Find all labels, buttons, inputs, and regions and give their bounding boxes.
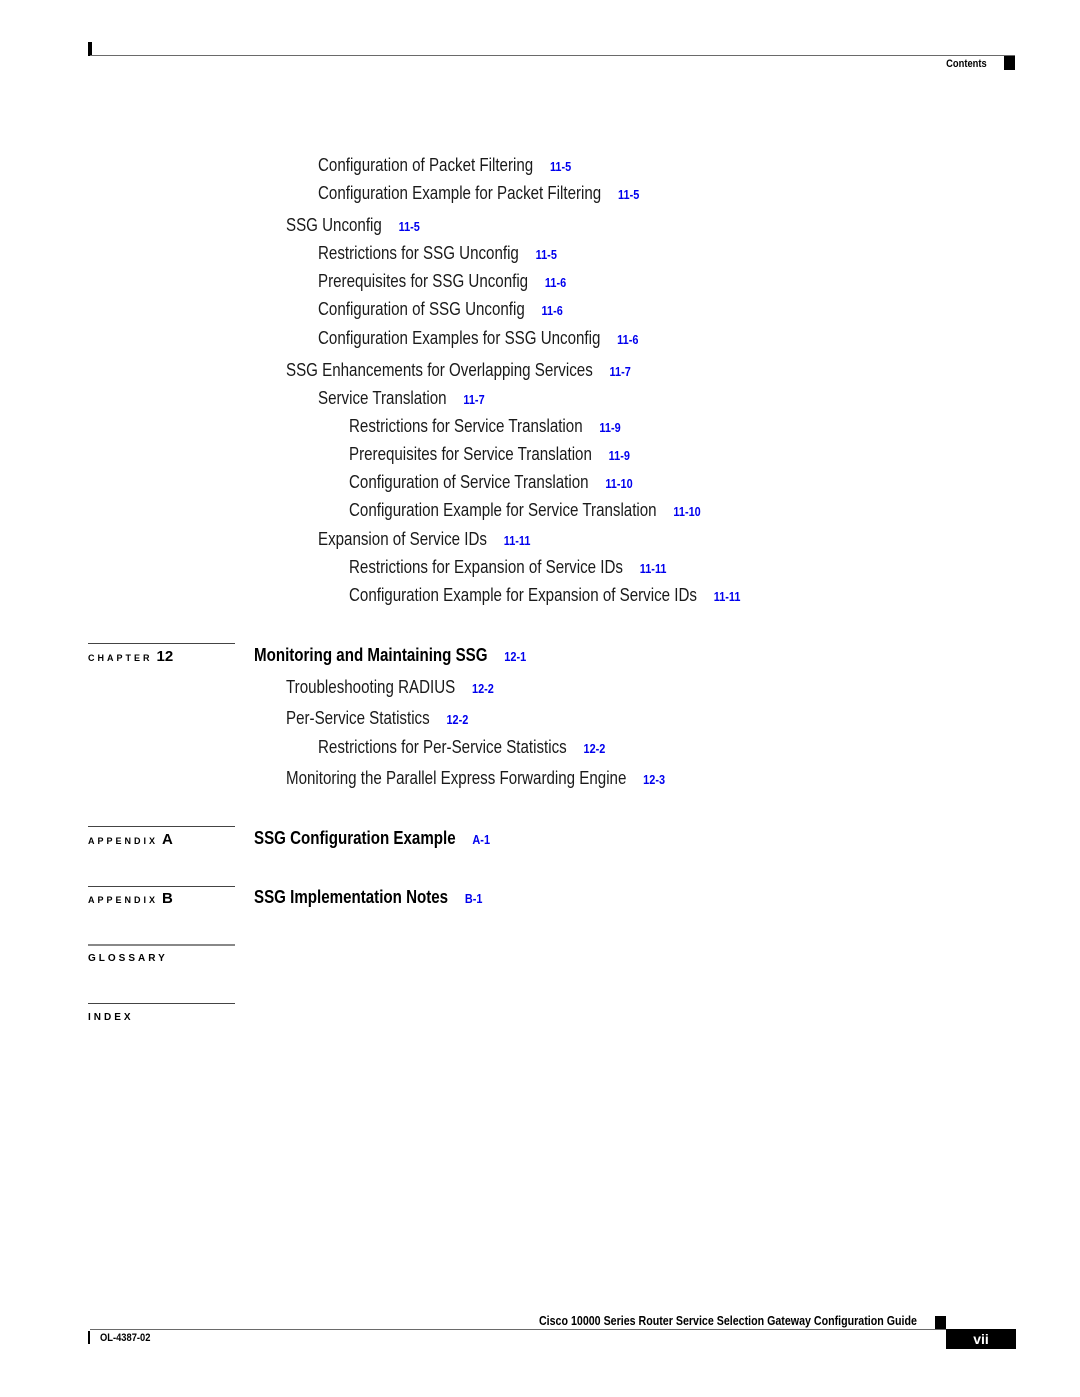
toc-page-link[interactable]: 12-1 <box>504 649 526 664</box>
toc-entry: Restrictions for Per-Service Statistics 1… <box>318 736 605 760</box>
toc-page-link[interactable]: 11-7 <box>463 392 484 407</box>
toc-page-link[interactable]: 11-5 <box>399 219 420 234</box>
toc-entry: SSG Unconfig 11-5 <box>286 214 420 238</box>
toc-entry: Prerequisites for SSG Unconfig 11-6 <box>318 270 566 294</box>
toc-entry-title: Per-Service Statistics <box>286 708 430 728</box>
toc-entry: Configuration of Packet Filtering 11-5 <box>318 154 571 178</box>
footer-rule <box>90 1329 946 1330</box>
toc-page-link[interactable]: 12-3 <box>643 772 665 787</box>
glossary-label[interactable]: GLOSSARY <box>88 953 168 964</box>
toc-entry: Per-Service Statistics 12-2 <box>286 707 468 731</box>
toc-page-link[interactable]: 11-5 <box>550 159 571 174</box>
appendix-letter: A <box>162 831 173 848</box>
toc-page-link[interactable]: 11-5 <box>536 247 557 262</box>
toc-page-link[interactable]: 11-11 <box>714 589 741 604</box>
toc-entry-title: Configuration Example for Expansion of S… <box>349 585 697 605</box>
footer-doc-number: OL-4387-02 <box>100 1332 151 1344</box>
toc-entry: Restrictions for Service Translation 11-9 <box>349 415 621 439</box>
toc-entry-title: Troubleshooting RADIUS <box>286 677 456 697</box>
toc-entry: Configuration Example for Packet Filteri… <box>318 182 639 206</box>
appendix-label-text: APPENDIX <box>88 895 159 905</box>
appendix-title: SSG Implementation Notes <box>254 887 449 907</box>
toc-entry-title: Restrictions for SSG Unconfig <box>318 243 519 263</box>
toc-page-link[interactable]: 11-11 <box>504 533 531 548</box>
toc-entry-title: SSG Unconfig <box>286 215 382 235</box>
index-label[interactable]: INDEX <box>88 1012 134 1023</box>
header-block-mark <box>1004 56 1015 70</box>
toc-page-link[interactable]: A-1 <box>472 832 490 847</box>
toc-entry: SSG Enhancements for Overlapping Service… <box>286 359 631 383</box>
header-section-label: Contents <box>946 58 987 70</box>
chapter-12-heading: Monitoring and Maintaining SSG 12-1 <box>254 644 526 668</box>
toc-page-link[interactable]: 11-6 <box>617 332 638 347</box>
appendix-a-rule <box>88 826 235 827</box>
toc-entry: Service Translation 11-7 <box>318 387 485 411</box>
chapter-number: 12 <box>156 648 174 665</box>
toc-entry-title: Configuration Example for Service Transl… <box>349 500 657 520</box>
toc-entry: Configuration Examples for SSG Unconfig 1… <box>318 327 638 351</box>
appendix-b-label: APPENDIX B <box>88 890 173 907</box>
toc-page-link[interactable]: 11-10 <box>605 476 632 491</box>
footer-block-mark <box>935 1316 946 1329</box>
toc-entry: Troubleshooting RADIUS 12-2 <box>286 676 494 700</box>
toc-entry-title: SSG Enhancements for Overlapping Service… <box>286 360 593 380</box>
toc-entry-title: Prerequisites for SSG Unconfig <box>318 271 529 291</box>
toc-entry-title: Prerequisites for Service Translation <box>349 444 592 464</box>
appendix-a-label: APPENDIX A <box>88 831 173 848</box>
toc-entry: Configuration Example for Expansion of S… <box>349 584 740 608</box>
toc-page-link[interactable]: 11-10 <box>673 504 700 519</box>
chapter-12-rule <box>88 643 235 644</box>
header-tick-mark <box>88 42 92 56</box>
toc-entry-title: Restrictions for Service Translation <box>349 416 583 436</box>
appendix-letter: B <box>162 890 173 907</box>
toc-entry: Monitoring the Parallel Express Forwardi… <box>286 767 665 791</box>
toc-page-link[interactable]: B-1 <box>465 891 483 906</box>
toc-entry-title: Monitoring the Parallel Express Forwardi… <box>286 768 627 788</box>
toc-entry-title: Restrictions for Per-Service Statistics <box>318 737 567 757</box>
appendix-b-rule <box>88 886 235 887</box>
glossary-rule <box>88 944 235 946</box>
toc-page-link[interactable]: 11-6 <box>545 275 566 290</box>
appendix-a-heading: SSG Configuration Example A-1 <box>254 827 490 851</box>
index-rule <box>88 1003 235 1004</box>
chapter-label-text: CHAPTER <box>88 653 153 663</box>
toc-page-link[interactable]: 12-2 <box>584 741 606 756</box>
toc-page-link[interactable]: 12-2 <box>472 681 494 696</box>
toc-entry-title: Restrictions for Expansion of Service ID… <box>349 557 623 577</box>
toc-entry-title: Configuration of Service Translation <box>349 472 589 492</box>
toc-page-link[interactable]: 11-9 <box>609 448 630 463</box>
footer-book-title: Cisco 10000 Series Router Service Select… <box>539 1313 917 1328</box>
toc-entry-title: Configuration of SSG Unconfig <box>318 299 525 319</box>
toc-page-link[interactable]: 11-9 <box>599 420 620 435</box>
toc-page-link[interactable]: 11-7 <box>610 364 631 379</box>
toc-entry-title: Service Translation <box>318 388 447 408</box>
toc-entry: Restrictions for SSG Unconfig 11-5 <box>318 242 557 266</box>
toc-entry: Configuration of SSG Unconfig 11-6 <box>318 298 563 322</box>
header-rule <box>90 55 1015 56</box>
appendix-title: SSG Configuration Example <box>254 828 456 848</box>
chapter-12-label: CHAPTER 12 <box>88 648 173 665</box>
chapter-title: Monitoring and Maintaining SSG <box>254 645 488 665</box>
toc-entry: Configuration of Service Translation 11-1… <box>349 471 633 495</box>
appendix-label-text: APPENDIX <box>88 836 159 846</box>
toc-entry-title: Configuration Example for Packet Filteri… <box>318 183 602 203</box>
toc-page-link[interactable]: 11-5 <box>618 187 639 202</box>
toc-entry-title: Configuration Examples for SSG Unconfig <box>318 328 601 348</box>
toc-entry: Prerequisites for Service Translation 11-… <box>349 443 630 467</box>
footer-page-number: vii <box>946 1329 1016 1349</box>
appendix-b-heading: SSG Implementation Notes B-1 <box>254 886 482 910</box>
toc-entry: Configuration Example for Service Transl… <box>349 499 701 523</box>
toc-entry: Restrictions for Expansion of Service ID… <box>349 556 666 580</box>
toc-entry-title: Configuration of Packet Filtering <box>318 155 534 175</box>
toc-page-link[interactable]: 11-11 <box>640 561 667 576</box>
toc-entry: Expansion of Service IDs 11-11 <box>318 528 530 552</box>
toc-entry-title: Expansion of Service IDs <box>318 529 487 549</box>
toc-page-link[interactable]: 12-2 <box>446 712 468 727</box>
footer-tick-mark <box>88 1331 90 1344</box>
toc-page-link[interactable]: 11-6 <box>542 303 563 318</box>
